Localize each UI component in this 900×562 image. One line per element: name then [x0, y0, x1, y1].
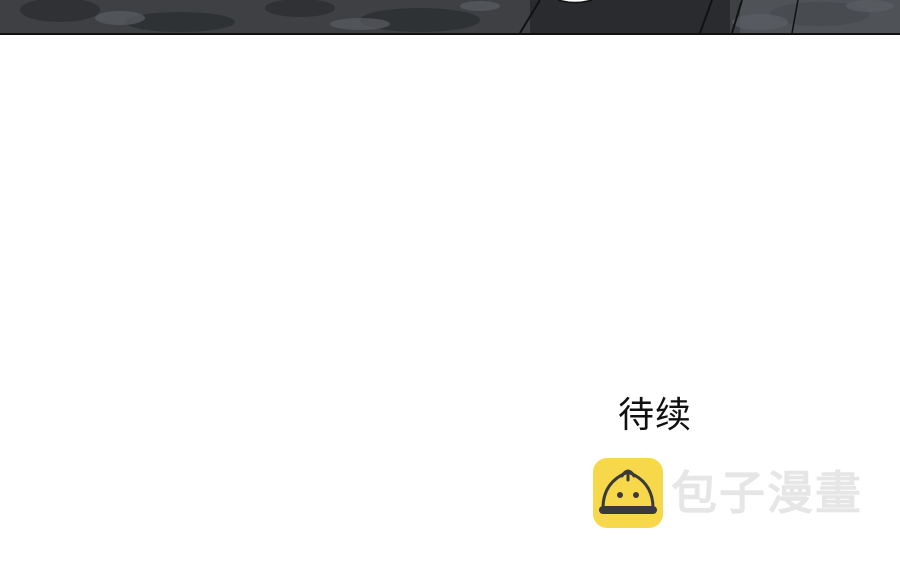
panel-artwork	[0, 0, 900, 33]
to-be-continued-caption: 待续	[618, 395, 693, 436]
comic-page: 待续 包子漫畫	[0, 0, 900, 562]
site-watermark: 包子漫畫	[593, 458, 863, 528]
comic-panel-bottom-edge	[0, 0, 900, 35]
steamed-bun-logo-icon	[593, 458, 663, 528]
watermark-brand-name: 包子漫畫	[671, 466, 863, 520]
